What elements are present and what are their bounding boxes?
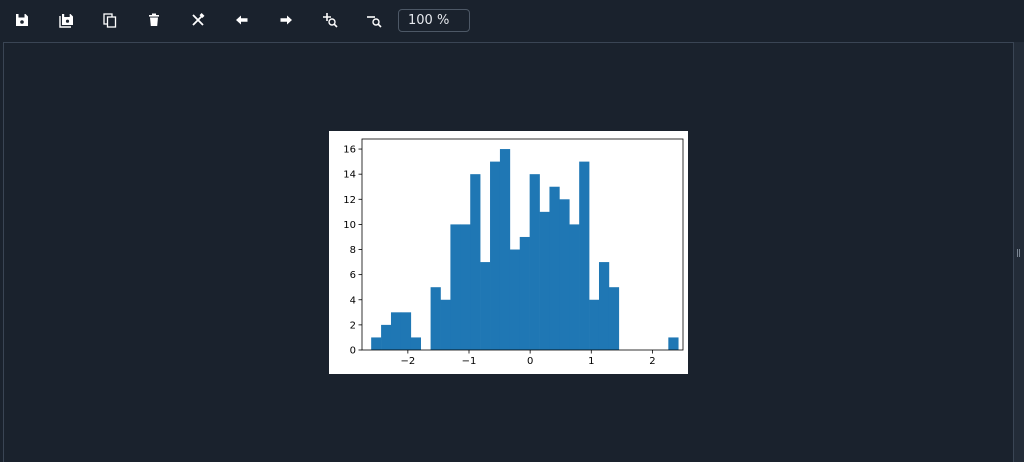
previous-button[interactable] [232, 10, 252, 30]
floppy-disk-icon [16, 14, 28, 26]
zoom-in-button[interactable] [320, 10, 340, 30]
zoom-out-button[interactable] [364, 10, 384, 30]
save-button[interactable] [12, 10, 32, 30]
bars-layer [371, 149, 679, 350]
zoom-level-field[interactable]: 100 % [398, 9, 470, 32]
histogram-bar [460, 224, 471, 350]
histogram-bar [519, 236, 530, 350]
y-tick-label: 14 [343, 170, 356, 181]
trash-icon [149, 13, 159, 26]
y-tick-label: 4 [350, 295, 356, 306]
histogram-bar [509, 249, 521, 350]
x-tick-label: 2 [649, 356, 655, 367]
histogram-bar [608, 287, 620, 350]
histogram-bar [589, 299, 600, 350]
floppy-stack-icon [58, 13, 73, 28]
histogram-bar [410, 337, 421, 350]
x-tick-label: −2 [400, 356, 415, 367]
histogram-bar [430, 287, 441, 350]
histogram-bar [381, 324, 392, 350]
delete-button[interactable] [144, 10, 164, 30]
arrow-right-icon [280, 15, 292, 25]
vertical-scrollbar[interactable] [1014, 42, 1024, 462]
next-button[interactable] [276, 10, 296, 30]
x-tick-label: 0 [527, 356, 533, 367]
histogram-bar [549, 186, 560, 350]
histogram-bar [440, 299, 451, 350]
cross-icon [192, 13, 205, 26]
histogram-bar [390, 312, 402, 350]
y-tick-label: 10 [343, 220, 356, 231]
y-tick-label: 8 [350, 245, 356, 256]
copy-icon [103, 12, 117, 28]
y-tick-label: 12 [343, 195, 356, 206]
histogram-chart: −2 −1 0 1 20246810121416 [343, 138, 684, 367]
zoom-in-icon [323, 13, 338, 28]
histogram-bar [450, 224, 461, 350]
histogram-bar [569, 224, 580, 350]
histogram-bar [371, 337, 382, 350]
x-tick-label: −1 [462, 356, 477, 367]
zoom-out-icon [367, 16, 382, 28]
toolbar: 100 % [0, 0, 1024, 42]
y-tick-label: 6 [350, 270, 356, 281]
histogram-bar [559, 199, 570, 350]
delete-all-button[interactable] [188, 10, 208, 30]
histogram-bar [598, 262, 610, 350]
histogram-bar [579, 161, 590, 350]
histogram-bar [400, 312, 412, 350]
histogram-bar [529, 174, 540, 350]
y-tick-label: 0 [350, 346, 356, 357]
histogram-bar [539, 211, 550, 350]
scroll-grip-icon[interactable] [1017, 249, 1020, 257]
save-all-button[interactable] [56, 10, 76, 30]
histogram-bar [470, 174, 481, 350]
copy-button[interactable] [100, 10, 120, 30]
y-tick-label: 2 [350, 320, 356, 331]
x-tick-label: 1 [588, 356, 594, 367]
histogram-bar [499, 149, 511, 350]
histogram-bar [668, 337, 679, 350]
plot-figure: −2 −1 0 1 2 0 2 4 6 8 10 12 14 16 [329, 131, 688, 374]
histogram-bar [480, 262, 491, 350]
y-tick-label: 16 [343, 145, 356, 156]
arrow-left-icon [236, 15, 248, 25]
histogram-bar [490, 161, 501, 350]
